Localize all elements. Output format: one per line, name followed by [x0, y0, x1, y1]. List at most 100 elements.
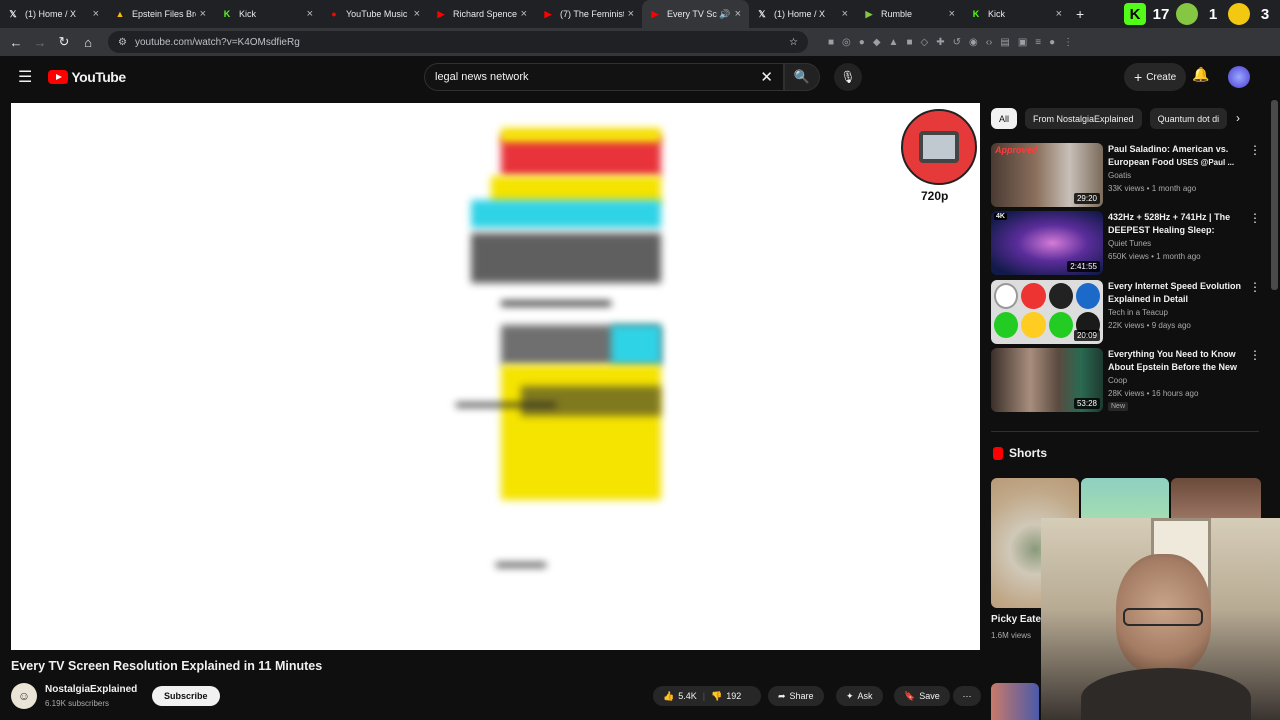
browser-tab[interactable]: K Kick × [214, 0, 321, 28]
save-button[interactable]: 🔖 Save [894, 686, 950, 706]
close-icon[interactable]: × [93, 8, 99, 20]
video-player[interactable]: 720p [11, 103, 980, 650]
search-query: legal news network [435, 71, 529, 83]
reload-icon[interactable]: ↻ [52, 34, 76, 50]
chip-all[interactable]: All [991, 108, 1018, 129]
recommendation-channel[interactable]: Tech in a Teacup [1108, 308, 1168, 317]
close-icon[interactable]: × [414, 8, 420, 20]
recommendation-channel[interactable]: Coop [1108, 376, 1127, 385]
menu-lines-icon[interactable]: ≡ [1035, 37, 1041, 48]
forward-icon[interactable]: → [28, 35, 52, 50]
short-thumbnail-partial[interactable] [991, 683, 1039, 720]
browser-tab[interactable]: ▶ (7) The Feminist × [535, 0, 642, 28]
history-icon[interactable]: ↺ [953, 37, 961, 48]
youtube-play-icon [48, 70, 69, 84]
youtube-logo[interactable]: YouTube [48, 69, 126, 85]
ask-button[interactable]: ✦ Ask [836, 686, 883, 706]
duration-badge: 29:20 [1073, 193, 1100, 204]
back-icon[interactable]: ← [4, 35, 28, 50]
recommendation-channel[interactable]: Goatis [1108, 171, 1131, 180]
more-vert-icon[interactable]: ⋮ [1249, 348, 1261, 362]
video-thumbnail[interactable]: 53:28 [991, 348, 1103, 412]
browser-tab[interactable]: K Kick × [963, 0, 1070, 28]
more-vert-icon[interactable]: ⋮ [1063, 37, 1073, 48]
extension-icon[interactable]: ● [859, 37, 865, 48]
youtube-music-icon: ● [331, 9, 337, 19]
create-label: Create [1146, 71, 1177, 83]
close-icon[interactable]: × [307, 8, 313, 20]
close-icon[interactable]: × [521, 8, 527, 20]
puzzle-icon[interactable]: ✚ [936, 37, 944, 48]
tv-channel-logo [901, 109, 977, 185]
account-avatar[interactable] [1228, 66, 1250, 88]
browser-tab-active[interactable]: ▶ Every TV Sc 🔊 × [642, 0, 749, 28]
more-actions-button[interactable]: ⋯ [953, 686, 981, 706]
new-tab-button[interactable]: + [1070, 6, 1090, 22]
extension-icon[interactable]: ■ [906, 37, 912, 48]
profile-icon[interactable]: ● [1049, 37, 1055, 48]
subscribe-button[interactable]: Subscribe [152, 686, 220, 706]
thumbs-down-icon: 👎 [711, 690, 723, 701]
chip-topic[interactable]: Quantum dot di [1149, 108, 1228, 129]
recommended-video[interactable]: 53:28 Everything You Need to Know About … [991, 348, 1261, 412]
close-icon[interactable]: × [200, 8, 206, 20]
browser-tab[interactable]: ▶ Richard Spencer × [428, 0, 535, 28]
extension-icon[interactable]: ■ [828, 37, 834, 48]
extension-icon[interactable]: ◇ [920, 37, 928, 48]
speed-icon [994, 312, 1019, 338]
recommendation-meta: 650K views • 1 month ago [1108, 252, 1201, 261]
speaker-icon[interactable]: 🔊 [719, 9, 730, 20]
browser-tab[interactable]: 𝕏 (1) Home / X × [749, 0, 856, 28]
tab-label: Kick [239, 9, 257, 19]
recommended-video[interactable]: 4K 2:41:55 432Hz + 528Hz + 741Hz | The D… [991, 211, 1261, 275]
clear-search-icon[interactable]: ✕ [760, 68, 773, 86]
recommended-video[interactable]: Approved 29:20 Paul Saladino: American v… [991, 143, 1261, 207]
extension-icon[interactable]: ▣ [1018, 37, 1027, 48]
extension-icon[interactable]: ▤ [1000, 37, 1009, 48]
like-button[interactable]: 👍 5.4K [663, 691, 697, 702]
search-input[interactable]: legal news network ✕ [424, 63, 784, 91]
recommended-video[interactable]: 20:09 Every Internet Speed Evolution Exp… [991, 280, 1261, 344]
extension-icon[interactable]: ◆ [873, 37, 881, 48]
devtools-icon[interactable]: ‹› [986, 37, 993, 48]
video-thumbnail[interactable]: Approved 29:20 [991, 143, 1103, 207]
notifications-bell-icon[interactable]: 🔔 [1192, 66, 1209, 83]
browser-tab[interactable]: ● YouTube Music × [321, 0, 428, 28]
extension-icon[interactable]: ▲ [889, 37, 899, 48]
page-scrollbar[interactable] [1271, 100, 1278, 290]
extension-icon[interactable]: ◉ [969, 37, 978, 48]
site-info-icon[interactable]: ⚙ [118, 37, 127, 48]
more-vert-icon[interactable]: ⋮ [1249, 211, 1261, 225]
address-bar[interactable]: ⚙ youtube.com/watch?v=K4OMsdfieRg ☆ [108, 31, 808, 53]
home-icon[interactable]: ⌂ [76, 35, 100, 50]
channel-name[interactable]: NostalgiaExplained [45, 684, 137, 695]
dislike-button[interactable]: 👎 192 [711, 691, 741, 702]
search-button[interactable]: 🔍 [784, 63, 820, 91]
hamburger-menu-icon[interactable]: ☰ [18, 67, 32, 87]
voice-search-button[interactable]: 🎙 [834, 63, 862, 91]
browser-tab[interactable]: 𝕏 (1) Home / X × [0, 0, 107, 28]
bookmark-star-icon[interactable]: ☆ [789, 37, 798, 48]
browser-tab[interactable]: ▲ Epstein Files Bro × [107, 0, 214, 28]
video-thumbnail[interactable]: 20:09 [991, 280, 1103, 344]
bookmark-icon: 🔖 [904, 690, 916, 701]
close-icon[interactable]: × [949, 8, 955, 20]
chip-from-channel[interactable]: From NostalgiaExplained [1025, 108, 1142, 129]
more-vert-icon[interactable]: ⋮ [1249, 280, 1261, 294]
share-button[interactable]: ➦ Share [768, 686, 824, 706]
create-button[interactable]: + Create [1124, 63, 1187, 91]
recommendation-channel[interactable]: Quiet Tunes [1108, 239, 1151, 248]
more-vert-icon[interactable]: ⋮ [1249, 143, 1261, 157]
close-icon[interactable]: × [1056, 8, 1062, 20]
shorts-title: Shorts [1009, 446, 1048, 460]
video-thumbnail[interactable]: 4K 2:41:55 [991, 211, 1103, 275]
browser-tab[interactable]: ▶ Rumble × [856, 0, 963, 28]
close-icon[interactable]: × [842, 8, 848, 20]
close-icon[interactable]: × [735, 8, 741, 20]
chevron-right-icon[interactable]: › [1236, 111, 1240, 125]
recommendation-meta: 28K views • 16 hours ago [1108, 389, 1199, 398]
extension-icon[interactable]: ◎ [842, 37, 851, 48]
close-icon[interactable]: × [628, 8, 634, 20]
speed-icon [1048, 312, 1073, 338]
channel-avatar[interactable]: ☺ [11, 683, 37, 709]
